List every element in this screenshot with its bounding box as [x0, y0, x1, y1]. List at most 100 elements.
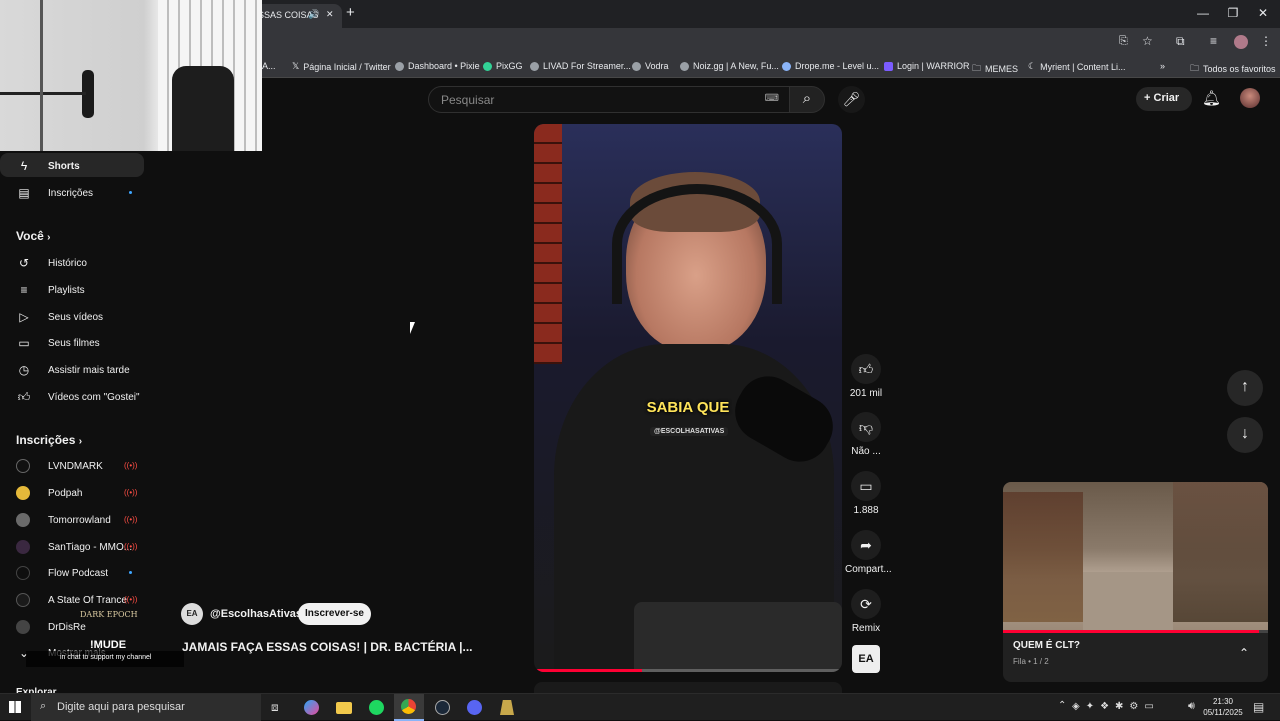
chrome-logo [401, 699, 416, 714]
bookmark-item[interactable]: 𝕏 Página Inicial / Twitter [292, 61, 391, 72]
chevron-up-icon[interactable]: ⌃ [1239, 646, 1249, 660]
remix-button[interactable]: ⟳ Remix [848, 589, 884, 634]
media-control-icon[interactable]: ≡ [1210, 34, 1217, 48]
channel-avatar [16, 513, 30, 527]
taskbar-search-box[interactable]: ⌕ Digite aqui para pesquisar [31, 694, 261, 721]
clock-time[interactable]: 21:30 [1210, 697, 1236, 706]
bookmark-item[interactable]: Login | WARRIOR [884, 61, 970, 71]
sidebar-you-heading[interactable]: Você › [16, 229, 50, 243]
sidebar-channel[interactable]: Podpah [16, 486, 82, 500]
search-input[interactable]: Pesquisar ⌨ [428, 86, 790, 113]
mini-player-title[interactable]: QUEM É CLT? [1013, 640, 1080, 651]
sidebar-channel[interactable]: A State Of Trance [16, 593, 127, 607]
sidebar-item-shorts-label[interactable]: ϟ Shorts [16, 159, 80, 173]
search-button[interactable]: ⌕ [789, 86, 825, 113]
sidebar-item-watch-later[interactable]: ◷ Assistir mais tarde [16, 363, 130, 377]
bookmark-item[interactable]: LIVAD For Streamer... [530, 61, 631, 71]
windows-start-icon[interactable] [9, 701, 21, 713]
new-tab-icon[interactable]: + [346, 4, 355, 21]
sidebar-item-liked-videos[interactable]: 👍︎ Vídeos com "Gostei" [16, 390, 140, 405]
channel-avatar [16, 593, 30, 607]
watch-later-icon: ◷ [18, 363, 30, 377]
discord-icon[interactable] [467, 700, 482, 715]
steam-icon[interactable] [435, 700, 450, 715]
browser-tab[interactable]: SSAS COISAS 🔊 ✕ [250, 4, 342, 28]
sidebar-channel[interactable]: Tomorrowland [16, 513, 111, 527]
webcam-overlay [0, 0, 262, 151]
mouse-cursor-icon [410, 322, 415, 334]
bookmark-folder[interactable]: 🗀 MEMES [972, 61, 1018, 77]
thumbs-down-icon: 👎︎ [851, 412, 881, 442]
vodra-icon [632, 61, 641, 71]
extensions-icon[interactable]: ⧉ [1176, 34, 1185, 49]
bookmark-item[interactable]: Dashboard • Pixie [395, 61, 480, 71]
sidebar-item-movies[interactable]: ▭ Seus filmes [16, 336, 99, 350]
browser-menu-icon[interactable]: ⋮ [1260, 34, 1272, 48]
restore-icon[interactable]: ❐ [1218, 6, 1248, 20]
sidebar-channel[interactable]: Flow Podcast [16, 566, 108, 580]
street-ground [1083, 572, 1173, 630]
live-icon: ((•)) [124, 461, 138, 470]
all-bookmarks-folder[interactable]: 🗀 Todos os favoritos [1190, 61, 1276, 77]
more-bookmarks-icon[interactable]: » [1160, 61, 1165, 71]
sidebar-item-playlists[interactable]: ≡ Playlists [16, 283, 84, 297]
bookmark-item[interactable]: Vodra [632, 61, 669, 71]
channel-handle[interactable]: @EscolhasAtivas [210, 608, 302, 620]
sidebar-channel[interactable]: LVNDMARK [16, 459, 103, 473]
sidebar-item-your-videos[interactable]: ▷ Seus vídeos [16, 310, 103, 324]
sidebar-item-subscriptions[interactable]: ▤ Inscrições [16, 186, 93, 200]
file-explorer-icon[interactable] [336, 702, 352, 714]
close-window-icon[interactable]: ✕ [1248, 6, 1278, 20]
notifications-icon[interactable]: 🔔︎ [1202, 89, 1221, 107]
task-view-icon[interactable]: ⧈ [271, 700, 279, 715]
folder-icon: 🗀 [1190, 63, 1200, 73]
mini-player-queue: Fila • 1 / 2 [1013, 657, 1049, 666]
share-button[interactable]: ➦ Compart... [845, 530, 892, 575]
create-button[interactable]: + Criar [1136, 87, 1192, 111]
previous-short-button[interactable]: ↑ [1227, 370, 1263, 406]
keyboard-icon[interactable]: ⌨ [765, 93, 779, 104]
chrome-icon[interactable] [394, 694, 424, 721]
video-title[interactable]: JAMAIS FAÇA ESSAS COISAS! | DR. BACTÉRIA… [182, 640, 473, 654]
sidebar-item-history[interactable]: ↺ Histórico [16, 256, 87, 270]
next-short-button[interactable]: ↓ [1227, 417, 1263, 453]
sidebar-subscriptions-heading[interactable]: Inscrições › [16, 433, 82, 447]
volume-icon[interactable]: 🔊︎ [1188, 700, 1195, 713]
channel-avatar-video[interactable]: EA [181, 603, 203, 625]
your-videos-icon: ▷ [19, 310, 29, 324]
spotify-icon[interactable] [369, 700, 384, 715]
sidebar-channel[interactable]: SanTiago - MMO... [16, 540, 132, 554]
bookmark-item[interactable]: Drope.me - Level u... [782, 61, 879, 71]
channel-avatar [16, 540, 30, 554]
league-icon[interactable] [500, 700, 514, 715]
notification-center-icon[interactable]: ▤ [1253, 700, 1264, 714]
live-icon: ((•)) [124, 515, 138, 524]
bookmark-star-icon[interactable]: ☆ [1142, 34, 1153, 48]
profile-avatar[interactable] [1234, 35, 1248, 49]
shorts-video-player[interactable]: SABIA QUE @ESCOLHASATIVAS [534, 124, 842, 672]
clock-date[interactable]: 05/11/2025 [1200, 708, 1246, 717]
install-icon[interactable]: ⎘ [1119, 35, 1128, 48]
minimize-icon[interactable]: — [1188, 6, 1218, 20]
bookmark-partial[interactable]: A... [262, 61, 276, 71]
subscribe-button[interactable]: Inscrever-se [298, 603, 371, 625]
tab-close-icon[interactable]: ✕ [326, 9, 334, 20]
myrient-icon: ☾ [1028, 61, 1037, 71]
account-avatar[interactable] [1240, 88, 1260, 108]
comments-button[interactable]: ▭ 1.888 [848, 471, 884, 516]
like-button[interactable]: 👍︎ 201 mil [848, 354, 884, 399]
channel-logo-button[interactable]: EA [852, 645, 880, 673]
copilot-icon[interactable] [304, 700, 319, 715]
voice-search-button[interactable]: 🎤︎ [838, 86, 865, 113]
bookmark-item[interactable]: Noiz.gg | A New, Fu... [680, 61, 779, 71]
dislike-button[interactable]: 👎︎ Não ... [848, 412, 884, 457]
mini-player[interactable]: QUEM É CLT? Fila • 1 / 2 ⌃ [1003, 482, 1268, 682]
tab-audio-icon[interactable]: 🔊 [308, 9, 319, 20]
plus-icon: + [1144, 92, 1151, 104]
tray-icons[interactable]: ◈✦❖✱⚙▭ [1072, 701, 1160, 712]
windows-taskbar: ⌕ Digite aqui para pesquisar ⧈ ⌃ ◈✦❖✱⚙▭ … [0, 693, 1280, 721]
bookmark-item[interactable]: PixGG [483, 61, 523, 71]
liked-icon: 👍︎ [17, 390, 31, 404]
tray-chevron-icon[interactable]: ⌃ [1058, 700, 1066, 711]
bookmark-item[interactable]: ☾ Myrient | Content Li... [1028, 61, 1125, 72]
